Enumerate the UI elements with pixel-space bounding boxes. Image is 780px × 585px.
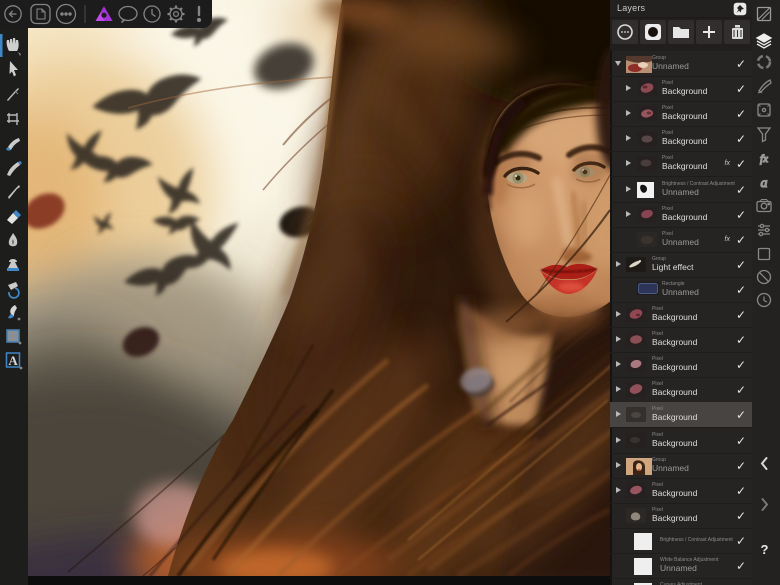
svg-text:A: A bbox=[8, 353, 18, 368]
svg-text:?: ? bbox=[761, 542, 769, 557]
svg-text:a: a bbox=[761, 176, 768, 191]
svg-text:fx: fx bbox=[760, 153, 768, 165]
